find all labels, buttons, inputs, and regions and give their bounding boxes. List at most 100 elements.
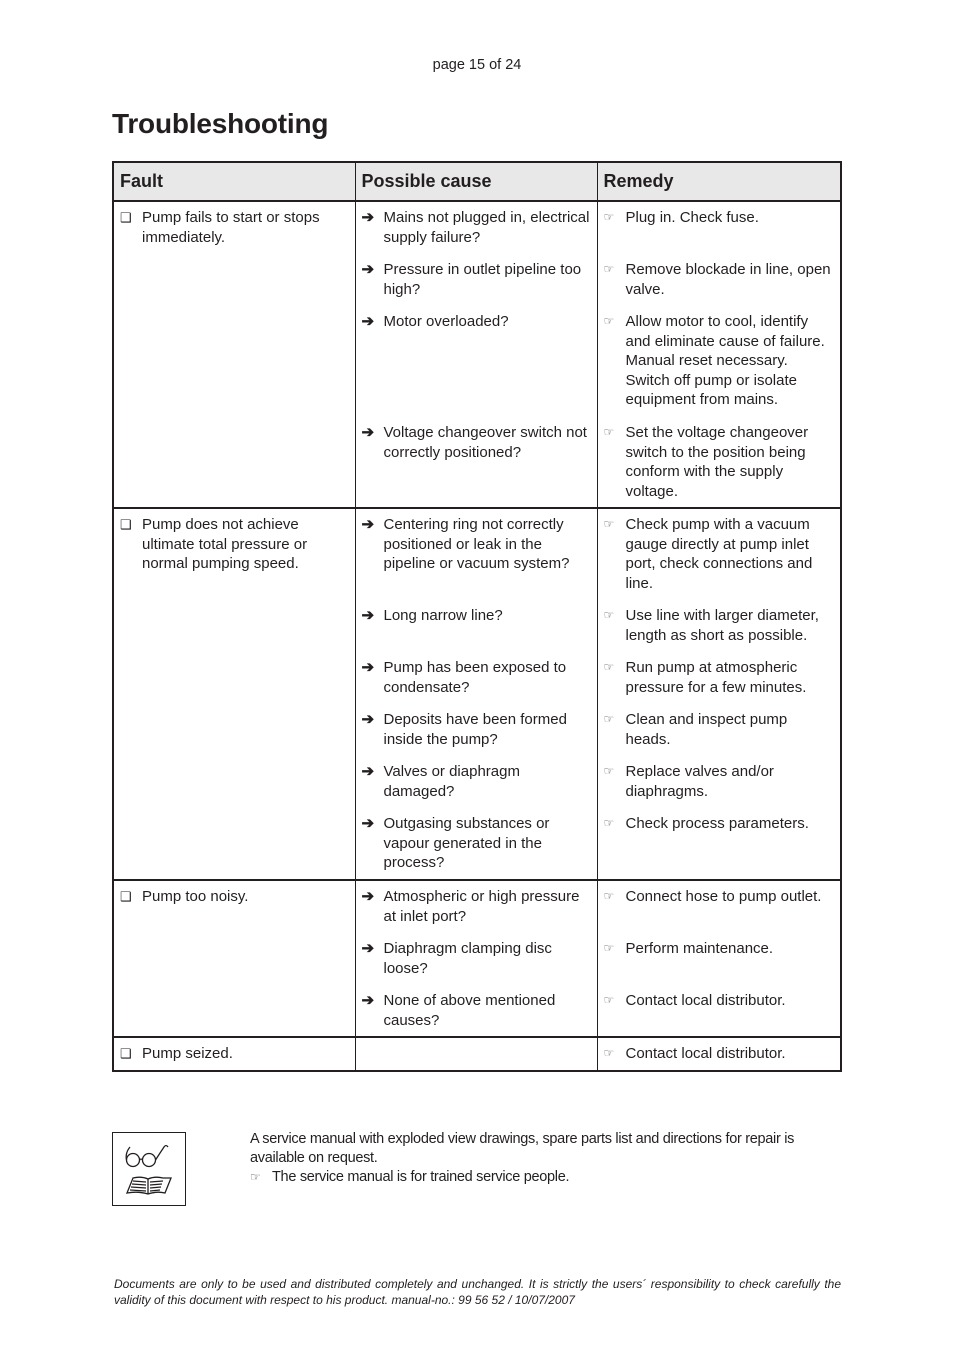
cause-text: Pressure in outlet pipeline too high? <box>383 261 582 298</box>
troubleshooting-table: Fault Possible cause Remedy ❑ Pump fails … <box>112 161 842 1072</box>
pointing-hand-icon: ☞ <box>603 425 615 439</box>
cause-item: ➔ Pump has been exposed to condensate? <box>362 658 591 697</box>
pointing-hand-icon: ☞ <box>603 262 615 276</box>
cause-item: ➔ Valves or diaphragm damaged? <box>362 762 591 801</box>
pointing-hand-icon: ☞ <box>603 712 615 726</box>
remedy-item: ☞ Connect hose to pump outlet. <box>604 887 835 926</box>
remedy-text: Remove blockade in line, open valve. <box>625 261 831 298</box>
pointing-hand-icon: ☞ <box>603 941 615 955</box>
arrow-right-icon: ➔ <box>361 261 375 278</box>
pointing-hand-icon: ☞ <box>603 816 615 830</box>
cause-item: ➔ Motor overloaded? <box>362 312 591 410</box>
fault-text: Pump seized. <box>142 1045 233 1062</box>
glasses-and-book-icon <box>125 1144 172 1195</box>
pointing-hand-icon: ☞ <box>603 210 615 224</box>
cause-item: ➔ Outgasing substances or vapour generate… <box>362 814 591 873</box>
remedy-text: Replace valves and/or diaphragms. <box>625 763 774 800</box>
pointing-hand-icon: ☞ <box>603 314 615 328</box>
cause-item: ➔ None of above mentioned causes? <box>362 991 591 1030</box>
remedy-item: ☞ Contact local distributor. <box>604 991 835 1030</box>
fault-text: Pump fails to start or stops immediately… <box>142 209 320 246</box>
arrow-right-icon: ➔ <box>361 209 375 226</box>
remedy-cell: ☞ Connect hose to pump outlet. ☞ Perform ma… <box>596 879 842 1038</box>
service-manual-note: The service manual is for trained servic… <box>272 1169 570 1185</box>
remedy-text: Perform maintenance. <box>625 940 774 957</box>
arrow-right-icon: ➔ <box>361 659 375 676</box>
column-header-cause: Possible cause <box>354 161 598 202</box>
remedy-text: Clean and inspect pump heads. <box>625 711 788 748</box>
remedy-cell: ☞ Contact local distributor. <box>596 1036 842 1072</box>
cause-item: ➔ Atmospheric or high pressure at inlet p… <box>362 887 591 926</box>
arrow-right-icon: ➔ <box>361 516 375 533</box>
page-title: Troubleshooting <box>112 108 329 139</box>
arrow-right-icon: ➔ <box>361 992 375 1009</box>
cause-text: Pump has been exposed to condensate? <box>383 659 567 696</box>
cause-item: ➔ Diaphragm clamping disc loose? <box>362 939 591 978</box>
remedy-text: Check pump with a vacuum gauge directly … <box>625 516 813 592</box>
pointing-hand-icon: ☞ <box>603 1046 615 1060</box>
cause-text: Motor overloaded? <box>383 313 509 330</box>
checkbox-icon: ❑ <box>120 210 132 225</box>
pointing-hand-icon: ☞ <box>250 1170 261 1184</box>
cause-item <box>362 1044 591 1064</box>
cause-cell: ➔ Atmospheric or high pressure at inlet p… <box>354 879 598 1038</box>
page-number: page 15 of 24 <box>432 57 522 73</box>
remedy-item: ☞ Remove blockade in line, open valve. <box>604 260 835 299</box>
remedy-item: ☞ Check pump with a vacuum gauge directly… <box>604 515 835 593</box>
checkbox-icon: ❑ <box>120 1046 132 1061</box>
remedy-item: ☞ Use line with larger diameter, length a… <box>604 606 835 645</box>
pointing-hand-icon: ☞ <box>603 660 615 674</box>
remedy-text: Contact local distributor. <box>625 992 786 1009</box>
remedy-text: Check process parameters. <box>625 815 809 832</box>
remedy-item: ☞ Allow motor to cool, identify and elimi… <box>604 312 835 410</box>
cause-item: ➔ Voltage changeover switch not correctly… <box>362 423 591 501</box>
service-manual-text: A service manual with exploded view draw… <box>250 1131 795 1166</box>
arrow-right-icon: ➔ <box>361 424 375 441</box>
fault-cell: ❑ Pump too noisy. <box>112 879 356 1038</box>
service-manual-notice: A service manual with exploded view draw… <box>250 1130 850 1187</box>
cause-cell: ➔ Mains not plugged in, electrical supply… <box>354 200 598 509</box>
cause-text: None of above mentioned causes? <box>383 992 556 1029</box>
table-row: ❑ Pump does not achieve ultimate total pr… <box>112 507 842 881</box>
cause-cell <box>354 1036 598 1072</box>
cause-text: Diaphragm clamping disc loose? <box>383 940 552 977</box>
cause-text: Long narrow line? <box>383 607 503 624</box>
cause-item: ➔ Centering ring not correctly positioned… <box>362 515 591 593</box>
table-row: ❑ Pump seized. ☞ Contact local distributor. <box>112 1036 842 1072</box>
remedy-item: ☞ Clean and inspect pump heads. <box>604 710 835 749</box>
table-row: ❑ Pump too noisy. ➔ Atmospheric or high pre… <box>112 879 842 1038</box>
remedy-item: ☞ Check process parameters. <box>604 814 835 873</box>
remedy-text: Allow motor to cool, identify and elimin… <box>625 313 825 408</box>
fault-cell: ❑ Pump seized. <box>112 1036 356 1072</box>
remedy-text: Set the voltage changeover switch to the… <box>625 424 809 500</box>
service-manual-icon <box>112 1132 186 1206</box>
remedy-item: ☞ Set the voltage changeover switch to th… <box>604 423 835 501</box>
cause-text: Centering ring not correctly positioned … <box>383 516 570 572</box>
cause-text: Voltage changeover switch not correctly … <box>383 424 587 461</box>
cause-text: Mains not plugged in, electrical supply … <box>383 209 590 246</box>
pointing-hand-icon: ☞ <box>603 517 615 531</box>
table-row: ❑ Pump fails to start or stops immediatel… <box>112 200 842 509</box>
cause-text: Valves or diaphragm damaged? <box>383 763 520 800</box>
remedy-text: Use line with larger diameter, length as… <box>625 607 819 644</box>
cause-item: ➔ Mains not plugged in, electrical supply… <box>362 208 591 247</box>
pointing-hand-icon: ☞ <box>603 889 615 903</box>
remedy-text: Connect hose to pump outlet. <box>625 888 822 905</box>
table-header-row: Fault Possible cause Remedy <box>112 161 842 202</box>
fault-text: Pump does not achieve ultimate total pre… <box>142 516 308 572</box>
arrow-right-icon: ➔ <box>361 607 375 624</box>
checkbox-icon: ❑ <box>120 889 132 904</box>
arrow-right-icon: ➔ <box>361 815 375 832</box>
column-header-fault: Fault <box>112 161 356 202</box>
cause-text: Deposits have been formed inside the pum… <box>383 711 567 748</box>
disclaimer: Documents are only to be used and distri… <box>114 1277 841 1307</box>
remedy-cell: ☞ Check pump with a vacuum gauge directly… <box>596 507 842 881</box>
remedy-text: Plug in. Check fuse. <box>625 209 759 226</box>
arrow-right-icon: ➔ <box>361 711 375 728</box>
pointing-hand-icon: ☞ <box>603 993 615 1007</box>
checkbox-icon: ❑ <box>120 517 132 532</box>
remedy-item: ☞ Contact local distributor. <box>604 1044 835 1064</box>
cause-text: Atmospheric or high pressure at inlet po… <box>383 888 580 925</box>
pointing-hand-icon: ☞ <box>603 764 615 778</box>
fault-cell: ❑ Pump fails to start or stops immediatel… <box>112 200 356 509</box>
